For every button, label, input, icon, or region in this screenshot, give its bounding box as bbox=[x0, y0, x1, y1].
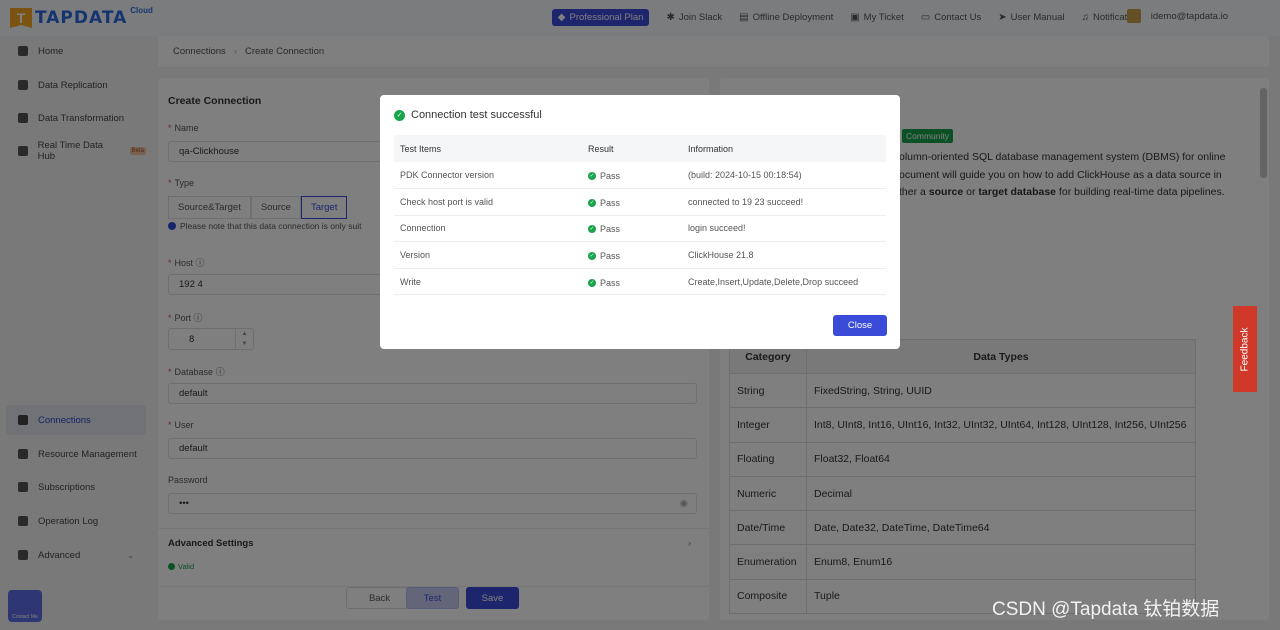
check-icon: ✓ bbox=[588, 278, 596, 287]
table-header-row: Test Items Result Information bbox=[394, 135, 886, 162]
connection-test-dialog: ✓ Connection test successful Test Items R… bbox=[380, 95, 900, 349]
test-item: Version bbox=[394, 241, 582, 269]
test-info: connected to 19 23 succeed! bbox=[682, 188, 886, 216]
test-info: Create,Insert,Update,Delete,Drop succeed bbox=[682, 268, 886, 296]
table-row: Write ✓ Pass Create,Insert,Update,Delete,Dr… bbox=[394, 268, 886, 296]
test-result: ✓ Pass bbox=[582, 188, 682, 216]
test-info: ClickHouse 21.8 bbox=[682, 241, 886, 269]
test-item: PDK Connector version bbox=[394, 162, 582, 190]
table-header: Test Items bbox=[394, 135, 582, 162]
test-result: ✓ Pass bbox=[582, 268, 682, 296]
test-item: Connection bbox=[394, 215, 582, 243]
test-result: ✓ Pass bbox=[582, 241, 682, 269]
check-icon: ✓ bbox=[588, 172, 596, 181]
watermark: CSDN @Tapdata 钛铂数据 bbox=[992, 599, 1220, 620]
check-circle-icon: ✓ bbox=[394, 109, 405, 121]
dialog-title: ✓ Connection test successful bbox=[394, 109, 542, 121]
check-icon: ✓ bbox=[588, 252, 596, 261]
feedback-button[interactable]: Feedback bbox=[1233, 306, 1257, 392]
table-row: PDK Connector version ✓ Pass (build: 2024-1… bbox=[394, 162, 886, 190]
test-result: ✓ Pass bbox=[582, 215, 682, 243]
table-row: Version ✓ Pass ClickHouse 21.8 bbox=[394, 241, 886, 269]
test-info: login succeed! bbox=[682, 215, 886, 243]
test-item: Check host port is valid bbox=[394, 188, 582, 216]
table-row: Check host port is valid ✓ Pass connected t… bbox=[394, 188, 886, 216]
test-item: Write bbox=[394, 268, 582, 296]
test-result: ✓ Pass bbox=[582, 162, 682, 190]
test-results-table: Test Items Result Information PDK Connec… bbox=[394, 135, 886, 296]
check-icon: ✓ bbox=[588, 225, 596, 234]
table-row: Connection ✓ Pass login succeed! bbox=[394, 215, 886, 243]
close-button[interactable]: Close bbox=[833, 315, 887, 336]
check-icon: ✓ bbox=[588, 198, 596, 207]
feedback-label: Feedback bbox=[1239, 327, 1251, 371]
test-info: (build: 2024-10-15 00:18:54) bbox=[682, 162, 886, 190]
table-header: Result bbox=[582, 135, 682, 162]
table-header: Information bbox=[682, 135, 886, 162]
